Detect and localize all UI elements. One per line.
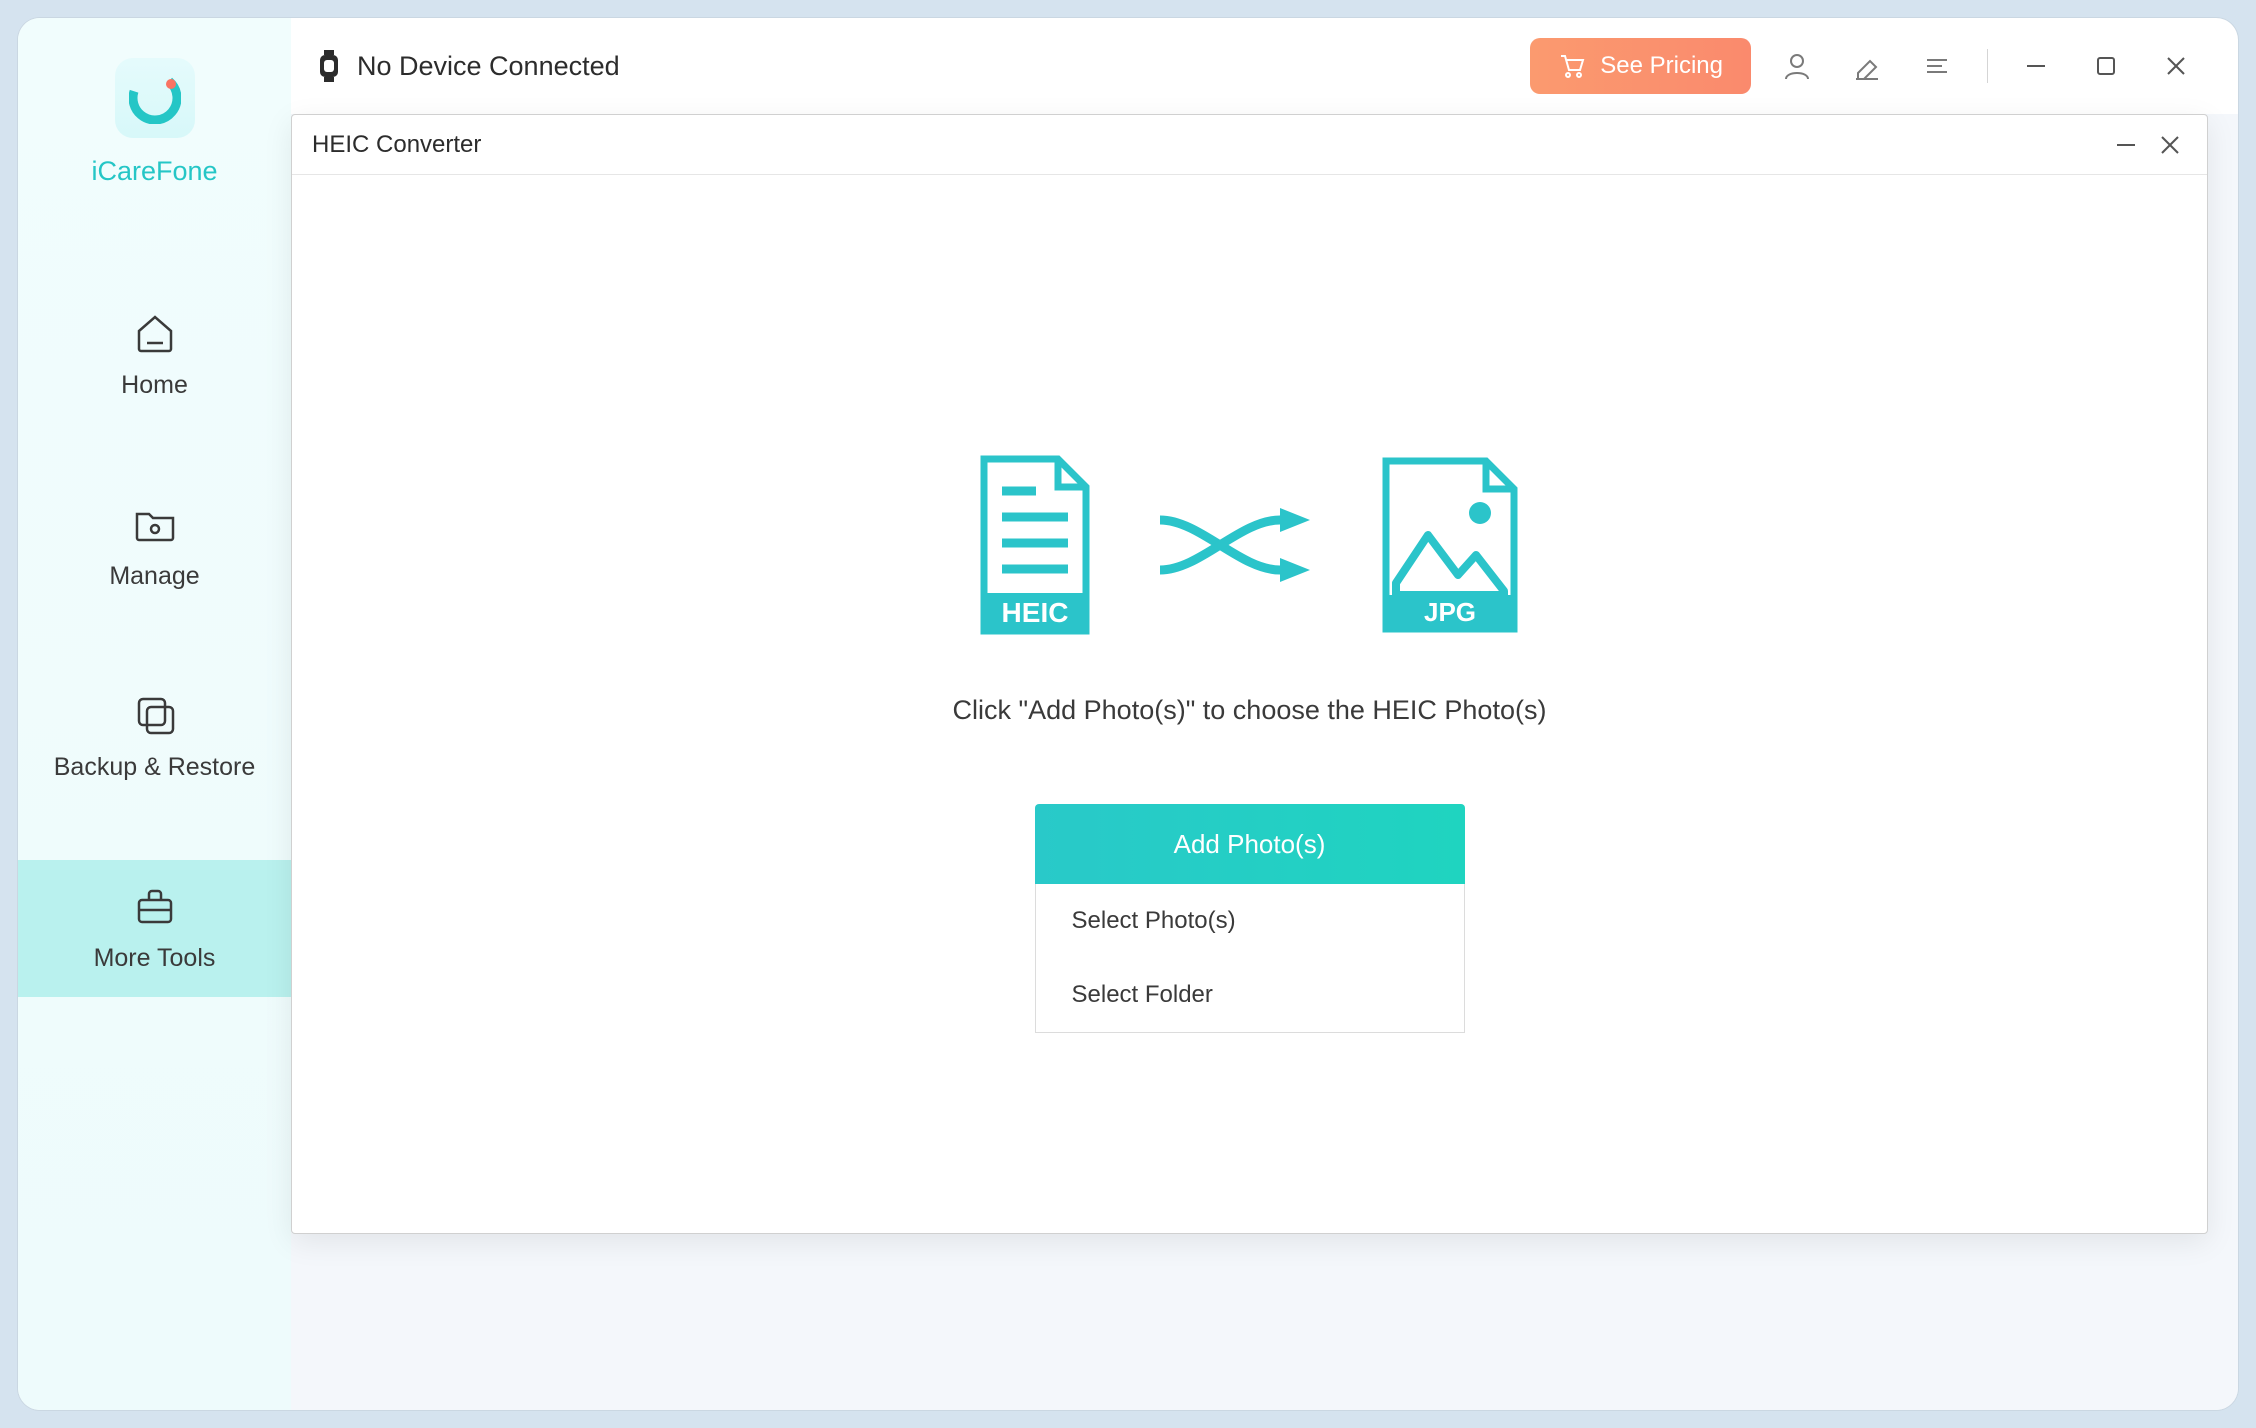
topbar: No Device Connected See Pricing [291,18,2238,114]
menu-icon [1922,51,1952,81]
heic-file-icon: HEIC [980,455,1090,635]
dropdown-item-select-photos[interactable]: Select Photo(s) [1036,884,1464,958]
device-status: No Device Connected [315,49,620,83]
jpg-file-icon: JPG [1380,455,1520,635]
see-pricing-button[interactable]: See Pricing [1530,38,1751,94]
eraser-icon [1852,51,1882,81]
backup-restore-icon [131,691,179,739]
modal-minimize-button[interactable] [2109,128,2143,162]
user-icon [1782,51,1812,81]
close-icon [2159,134,2181,156]
minimize-icon [2115,134,2137,156]
conversion-illustration: HEIC [980,455,1520,635]
main-area: No Device Connected See Pricing [291,18,2238,1410]
sidebar-item-manage[interactable]: Manage [18,478,291,615]
menu-button[interactable] [1913,42,1961,90]
sidebar-item-home[interactable]: Home [18,287,291,424]
add-photos-button[interactable]: Add Photo(s) [1035,804,1465,884]
sidebar-item-label: Backup & Restore [54,753,256,782]
modal-title-text: HEIC Converter [312,131,481,159]
dropdown-item-select-folder[interactable]: Select Folder [1036,958,1464,1032]
add-photos-label: Add Photo(s) [1174,829,1326,860]
add-photos-dropdown: Select Photo(s) Select Folder [1035,884,1465,1033]
convert-arrows-icon [1150,490,1320,600]
edit-button[interactable] [1843,42,1891,90]
minimize-icon [2024,54,2048,78]
folder-gear-icon [131,500,179,548]
close-icon [2164,54,2188,78]
modal-titlebar: HEIC Converter [292,115,2207,175]
modal-body: HEIC [292,175,2207,1233]
device-status-text: No Device Connected [357,51,620,82]
content-area: HEIC Converter [291,114,2238,1410]
window-close-button[interactable] [2154,44,2198,88]
window-maximize-button[interactable] [2084,44,2128,88]
account-button[interactable] [1773,42,1821,90]
sidebar: iCareFone Home Manage Backup & Restore M… [18,18,291,1410]
home-icon [131,309,179,357]
modal-close-button[interactable] [2153,128,2187,162]
cart-icon [1558,52,1586,80]
sidebar-item-label: Home [121,371,188,400]
sidebar-item-more-tools[interactable]: More Tools [18,860,291,997]
sidebar-item-label: More Tools [94,944,216,973]
app-logo [115,58,195,138]
svg-text:HEIC: HEIC [1001,597,1068,628]
brand-name: iCareFone [91,156,217,187]
sidebar-item-backup[interactable]: Backup & Restore [18,669,291,806]
app-window: iCareFone Home Manage Backup & Restore M… [18,18,2238,1410]
toolbox-icon [131,882,179,930]
window-minimize-button[interactable] [2014,44,2058,88]
heic-converter-modal: HEIC Converter [291,114,2208,1234]
pricing-label: See Pricing [1600,52,1723,80]
maximize-icon [2094,54,2118,78]
dropdown-item-label: Select Folder [1072,981,1213,1009]
instruction-text: Click "Add Photo(s)" to choose the HEIC … [953,695,1547,726]
divider [1987,49,1988,83]
svg-text:JPG: JPG [1423,597,1475,627]
dropdown-item-label: Select Photo(s) [1072,907,1236,935]
watch-icon [315,49,343,83]
sidebar-item-label: Manage [109,562,199,591]
